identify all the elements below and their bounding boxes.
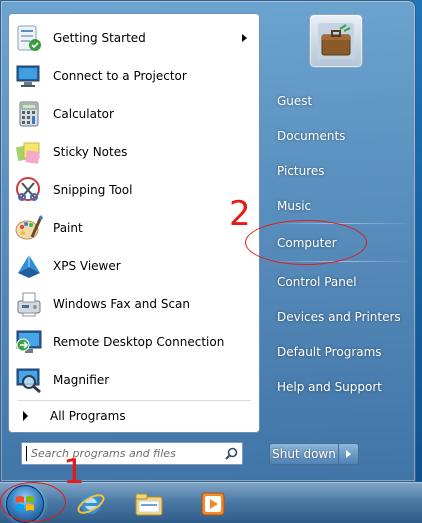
program-label: Windows Fax and Scan: [53, 297, 191, 311]
windows-explorer-icon[interactable]: [126, 485, 172, 523]
program-sticky-notes[interactable]: Sticky Notes: [9, 133, 259, 171]
user-picture[interactable]: [309, 14, 363, 68]
programs-list: Getting Started Connect to a Projector C…: [9, 19, 259, 399]
program-remote-desktop[interactable]: Remote Desktop Connection: [9, 323, 259, 361]
program-magnifier[interactable]: Magnifier: [9, 361, 259, 399]
program-label: Remote Desktop Connection: [53, 335, 225, 349]
shutdown-button[interactable]: Shut down: [269, 443, 339, 465]
program-snipping-tool[interactable]: Snipping Tool: [9, 171, 259, 209]
right-item-help-support[interactable]: Help and Support: [267, 372, 413, 402]
annotation-circle-computer: [245, 220, 367, 265]
right-item-guest[interactable]: Guest: [267, 86, 413, 116]
search-icon[interactable]: [220, 444, 242, 463]
submenu-arrow-icon: [242, 34, 247, 42]
program-label: Magnifier: [53, 373, 110, 387]
all-programs-label: All Programs: [50, 409, 126, 423]
media-player-icon[interactable]: [190, 485, 236, 523]
program-label: Connect to a Projector: [53, 69, 187, 83]
right-item-devices-printers[interactable]: Devices and Printers: [267, 302, 413, 332]
program-label: Paint: [53, 221, 83, 235]
program-paint[interactable]: Paint: [9, 209, 259, 247]
shutdown-options-button[interactable]: [339, 443, 359, 465]
program-label: Getting Started: [53, 31, 146, 45]
programs-pane: Getting Started Connect to a Projector C…: [8, 13, 260, 433]
right-item-default-programs[interactable]: Default Programs: [267, 337, 413, 367]
paint-palette-icon: [13, 212, 45, 244]
scissors-icon: [13, 174, 45, 206]
calculator-icon: [13, 98, 45, 130]
getting-started-icon: [13, 22, 45, 54]
search-input[interactable]: [27, 444, 220, 463]
right-item-music[interactable]: Music: [267, 191, 413, 221]
search-box[interactable]: [21, 442, 243, 465]
program-label: Sticky Notes: [53, 145, 128, 159]
shutdown-group: Shut down: [269, 443, 359, 465]
annotation-step-2: 2: [229, 194, 251, 234]
right-item-control-panel[interactable]: Control Panel: [267, 267, 413, 297]
xps-viewer-icon: [13, 250, 45, 282]
all-programs-button[interactable]: All Programs: [9, 404, 259, 428]
program-connect-projector[interactable]: Connect to a Projector: [9, 57, 259, 95]
program-label: Snipping Tool: [53, 183, 133, 197]
program-calculator[interactable]: Calculator: [9, 95, 259, 133]
annotation-step-1: 1: [63, 452, 85, 492]
magnifier-icon: [13, 364, 45, 396]
all-programs-divider: [17, 400, 251, 401]
right-item-pictures[interactable]: Pictures: [267, 156, 413, 186]
program-label: XPS Viewer: [53, 259, 121, 273]
right-item-documents[interactable]: Documents: [267, 121, 413, 151]
arrow-right-icon: [346, 450, 351, 458]
program-windows-fax-scan[interactable]: Windows Fax and Scan: [9, 285, 259, 323]
program-xps-viewer[interactable]: XPS Viewer: [9, 247, 259, 285]
program-getting-started[interactable]: Getting Started: [9, 19, 259, 57]
annotation-circle-start: [0, 482, 66, 522]
fax-icon: [13, 288, 45, 320]
projector-icon: [13, 60, 45, 92]
arrow-right-icon: [23, 411, 28, 421]
sticky-notes-icon: [13, 136, 45, 168]
program-label: Calculator: [53, 107, 114, 121]
remote-desktop-icon: [13, 326, 45, 358]
